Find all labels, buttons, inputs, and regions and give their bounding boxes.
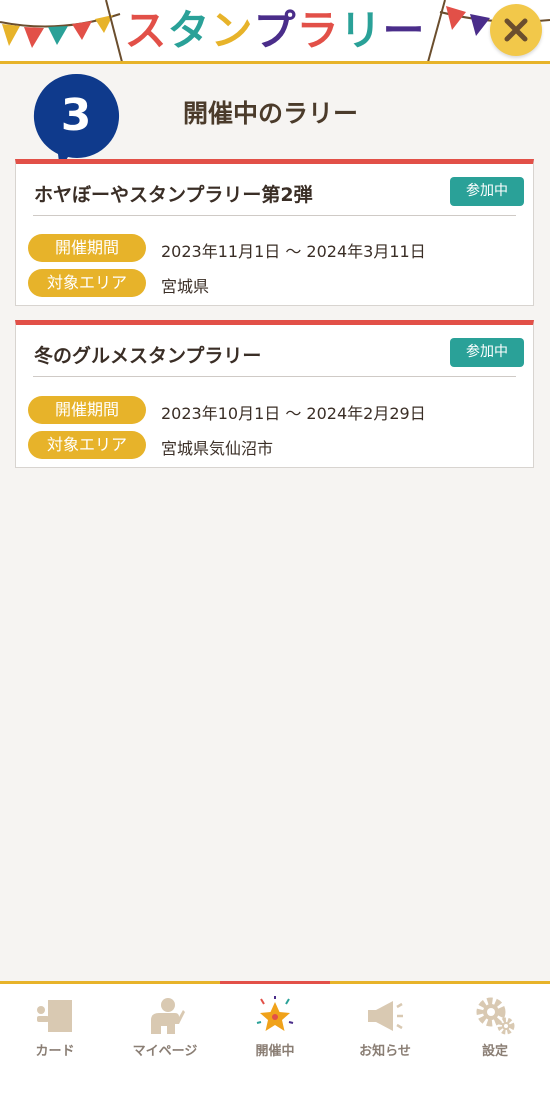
nav-item-card[interactable]: カード bbox=[0, 984, 110, 1062]
nav-label: 開催中 bbox=[255, 1044, 295, 1059]
logo-char-5: ラ bbox=[296, 6, 340, 55]
area-value: 宮城県 bbox=[161, 277, 210, 296]
card-divider bbox=[33, 376, 516, 377]
rally-card[interactable]: 冬のグルメスタンプラリー 参加中 開催期間 2023年10月1日 〜 2024年… bbox=[15, 320, 534, 468]
close-button[interactable] bbox=[490, 4, 542, 56]
close-icon bbox=[504, 18, 528, 42]
bottom-nav: カード マイページ 開催中 お知らせ 設定 bbox=[0, 981, 550, 1062]
rally-title: 冬のグルメスタンプラリー bbox=[34, 345, 262, 367]
logo-char-4: プ bbox=[253, 6, 297, 55]
card-divider bbox=[33, 215, 516, 216]
nav-label: マイページ bbox=[132, 1044, 198, 1059]
logo-char-1: ス bbox=[124, 6, 168, 55]
nav-item-settings[interactable]: 設定 bbox=[440, 984, 550, 1062]
nav-label: お知らせ bbox=[359, 1044, 411, 1059]
logo-char-7: ー bbox=[382, 6, 426, 55]
rally-title: ホヤぼーやスタンプラリー第2弾 bbox=[34, 184, 313, 206]
logo-char-6: リ bbox=[339, 6, 383, 55]
person-icon bbox=[151, 998, 185, 1034]
header-bar: スタンプラリー bbox=[0, 0, 550, 64]
logo-char-2: タ bbox=[167, 6, 211, 55]
period-label: 開催期間 bbox=[28, 234, 146, 262]
status-badge: 参加中 bbox=[450, 177, 524, 206]
card-icon bbox=[37, 1000, 72, 1032]
period-value: 2023年10月1日 〜 2024年2月29日 bbox=[161, 404, 426, 423]
star-icon bbox=[256, 996, 294, 1031]
megaphone-icon bbox=[368, 1001, 403, 1031]
gear-icon bbox=[476, 997, 515, 1035]
rally-card[interactable]: ホヤぼーやスタンプラリー第2弾 参加中 開催期間 2023年11月1日 〜 20… bbox=[15, 159, 534, 306]
nav-label: カード bbox=[35, 1044, 75, 1059]
nav-item-mypage[interactable]: マイページ bbox=[110, 984, 220, 1062]
step-number: 3 bbox=[60, 90, 92, 141]
period-value: 2023年11月1日 〜 2024年3月11日 bbox=[161, 242, 426, 261]
nav-item-news[interactable]: お知らせ bbox=[330, 984, 440, 1062]
area-label: 対象エリア bbox=[28, 269, 146, 297]
logo-char-3: ン bbox=[210, 6, 254, 55]
status-badge: 参加中 bbox=[450, 338, 524, 367]
app-screen: スタンプラリー 3 開催中のラリー ホヤぼーやスタンプラリー第2弾 参加中 開催… bbox=[0, 0, 550, 1062]
area-value: 宮城県気仙沼市 bbox=[161, 439, 274, 458]
app-logo: スタンプラリー bbox=[0, 2, 550, 60]
page-title: 開催中のラリー bbox=[183, 99, 359, 128]
area-label: 対象エリア bbox=[28, 431, 146, 459]
nav-label: 設定 bbox=[481, 1044, 508, 1059]
period-label: 開催期間 bbox=[28, 396, 146, 424]
nav-item-ongoing[interactable]: 開催中 bbox=[220, 981, 330, 1062]
